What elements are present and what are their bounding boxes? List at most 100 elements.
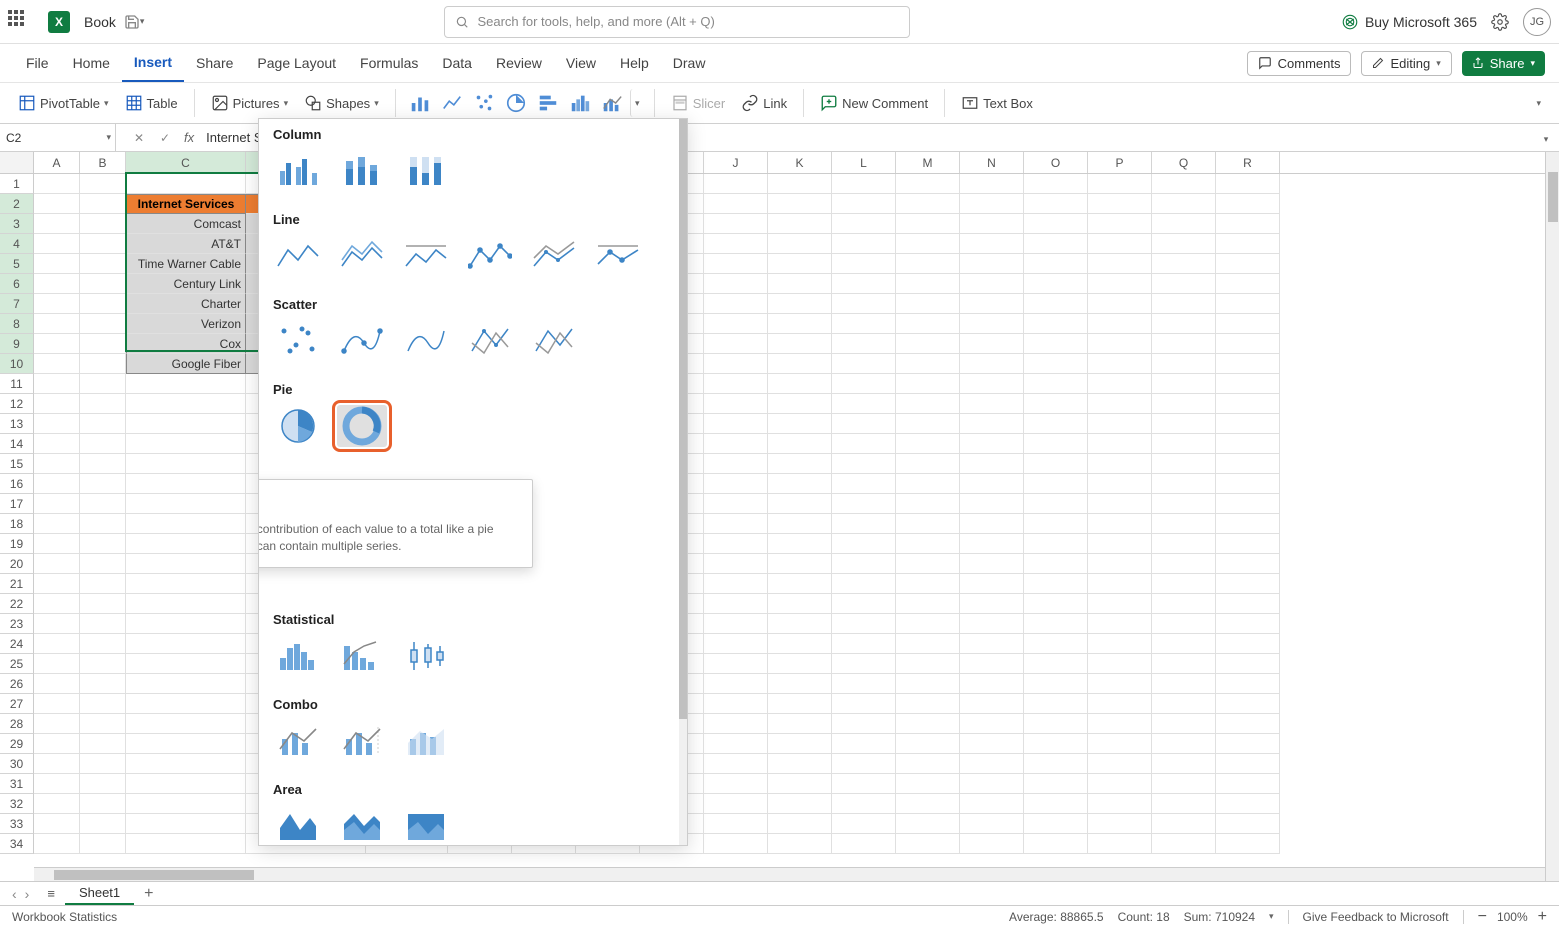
cell-L5[interactable] bbox=[832, 254, 896, 274]
cell-B18[interactable] bbox=[80, 514, 126, 534]
cell-N21[interactable] bbox=[960, 574, 1024, 594]
cell-P14[interactable] bbox=[1088, 434, 1152, 454]
save-status-icon[interactable] bbox=[124, 14, 140, 30]
cell-Q33[interactable] bbox=[1152, 814, 1216, 834]
cell-B29[interactable] bbox=[80, 734, 126, 754]
column-header-A[interactable]: A bbox=[34, 152, 80, 173]
cell-M24[interactable] bbox=[896, 634, 960, 654]
cell-L13[interactable] bbox=[832, 414, 896, 434]
tab-file[interactable]: File bbox=[14, 44, 61, 82]
cell-L17[interactable] bbox=[832, 494, 896, 514]
cell-M15[interactable] bbox=[896, 454, 960, 474]
cell-O31[interactable] bbox=[1024, 774, 1088, 794]
cell-C3[interactable]: Comcast bbox=[126, 214, 246, 234]
cell-P23[interactable] bbox=[1088, 614, 1152, 634]
title-chevron-icon[interactable]: ▾ bbox=[140, 16, 145, 27]
tab-draw[interactable]: Draw bbox=[661, 44, 718, 82]
cell-C1[interactable] bbox=[126, 174, 246, 194]
cell-A12[interactable] bbox=[34, 394, 80, 414]
cell-A6[interactable] bbox=[34, 274, 80, 294]
cell-O29[interactable] bbox=[1024, 734, 1088, 754]
cell-Q16[interactable] bbox=[1152, 474, 1216, 494]
row-header-28[interactable]: 28 bbox=[0, 714, 34, 734]
cell-J5[interactable] bbox=[704, 254, 768, 274]
cell-Q27[interactable] bbox=[1152, 694, 1216, 714]
cell-J19[interactable] bbox=[704, 534, 768, 554]
cell-L2[interactable] bbox=[832, 194, 896, 214]
cell-J10[interactable] bbox=[704, 354, 768, 374]
cell-A31[interactable] bbox=[34, 774, 80, 794]
cell-R21[interactable] bbox=[1216, 574, 1280, 594]
cell-N11[interactable] bbox=[960, 374, 1024, 394]
cell-Q13[interactable] bbox=[1152, 414, 1216, 434]
cell-M5[interactable] bbox=[896, 254, 960, 274]
cell-N8[interactable] bbox=[960, 314, 1024, 334]
line-markers-chart[interactable] bbox=[465, 235, 515, 277]
cell-L22[interactable] bbox=[832, 594, 896, 614]
clustered-column-line-chart[interactable] bbox=[273, 720, 323, 762]
row-header-8[interactable]: 8 bbox=[0, 314, 34, 334]
cell-R2[interactable] bbox=[1216, 194, 1280, 214]
cell-B1[interactable] bbox=[80, 174, 126, 194]
cell-B14[interactable] bbox=[80, 434, 126, 454]
statistical-chart-button[interactable] bbox=[566, 89, 594, 117]
cell-O8[interactable] bbox=[1024, 314, 1088, 334]
column-header-J[interactable]: J bbox=[704, 152, 768, 173]
cell-R10[interactable] bbox=[1216, 354, 1280, 374]
cell-C7[interactable]: Charter bbox=[126, 294, 246, 314]
cell-C10[interactable]: Google Fiber bbox=[126, 354, 246, 374]
editing-mode-button[interactable]: Editing ▾ bbox=[1361, 51, 1451, 76]
cell-B19[interactable] bbox=[80, 534, 126, 554]
cell-J33[interactable] bbox=[704, 814, 768, 834]
cell-P18[interactable] bbox=[1088, 514, 1152, 534]
popup-scrollbar[interactable] bbox=[679, 119, 687, 845]
column-header-L[interactable]: L bbox=[832, 152, 896, 173]
cell-J9[interactable] bbox=[704, 334, 768, 354]
cell-N9[interactable] bbox=[960, 334, 1024, 354]
cell-B7[interactable] bbox=[80, 294, 126, 314]
cell-Q23[interactable] bbox=[1152, 614, 1216, 634]
cell-K24[interactable] bbox=[768, 634, 832, 654]
stacked-area-chart[interactable] bbox=[337, 805, 387, 846]
cell-K14[interactable] bbox=[768, 434, 832, 454]
cell-Q6[interactable] bbox=[1152, 274, 1216, 294]
row-header-20[interactable]: 20 bbox=[0, 554, 34, 574]
cell-L9[interactable] bbox=[832, 334, 896, 354]
feedback-button[interactable]: Give Feedback to Microsoft bbox=[1303, 910, 1449, 924]
cell-M6[interactable] bbox=[896, 274, 960, 294]
cell-B32[interactable] bbox=[80, 794, 126, 814]
cell-O14[interactable] bbox=[1024, 434, 1088, 454]
cell-Q17[interactable] bbox=[1152, 494, 1216, 514]
cell-B16[interactable] bbox=[80, 474, 126, 494]
cell-L24[interactable] bbox=[832, 634, 896, 654]
cell-O19[interactable] bbox=[1024, 534, 1088, 554]
cell-P15[interactable] bbox=[1088, 454, 1152, 474]
cell-B20[interactable] bbox=[80, 554, 126, 574]
cell-N22[interactable] bbox=[960, 594, 1024, 614]
cell-B33[interactable] bbox=[80, 814, 126, 834]
cell-R22[interactable] bbox=[1216, 594, 1280, 614]
cell-Q2[interactable] bbox=[1152, 194, 1216, 214]
cell-R28[interactable] bbox=[1216, 714, 1280, 734]
cell-J15[interactable] bbox=[704, 454, 768, 474]
workbook-name[interactable]: Book bbox=[84, 14, 116, 30]
cell-O32[interactable] bbox=[1024, 794, 1088, 814]
cell-N14[interactable] bbox=[960, 434, 1024, 454]
cell-B22[interactable] bbox=[80, 594, 126, 614]
cell-P29[interactable] bbox=[1088, 734, 1152, 754]
cell-N12[interactable] bbox=[960, 394, 1024, 414]
cell-N31[interactable] bbox=[960, 774, 1024, 794]
cell-K30[interactable] bbox=[768, 754, 832, 774]
cell-J7[interactable] bbox=[704, 294, 768, 314]
cell-M29[interactable] bbox=[896, 734, 960, 754]
row-header-9[interactable]: 9 bbox=[0, 334, 34, 354]
cell-A11[interactable] bbox=[34, 374, 80, 394]
cell-O23[interactable] bbox=[1024, 614, 1088, 634]
cell-M9[interactable] bbox=[896, 334, 960, 354]
cell-J27[interactable] bbox=[704, 694, 768, 714]
cell-J13[interactable] bbox=[704, 414, 768, 434]
cell-N33[interactable] bbox=[960, 814, 1024, 834]
cell-R8[interactable] bbox=[1216, 314, 1280, 334]
cell-M28[interactable] bbox=[896, 714, 960, 734]
cell-M2[interactable] bbox=[896, 194, 960, 214]
